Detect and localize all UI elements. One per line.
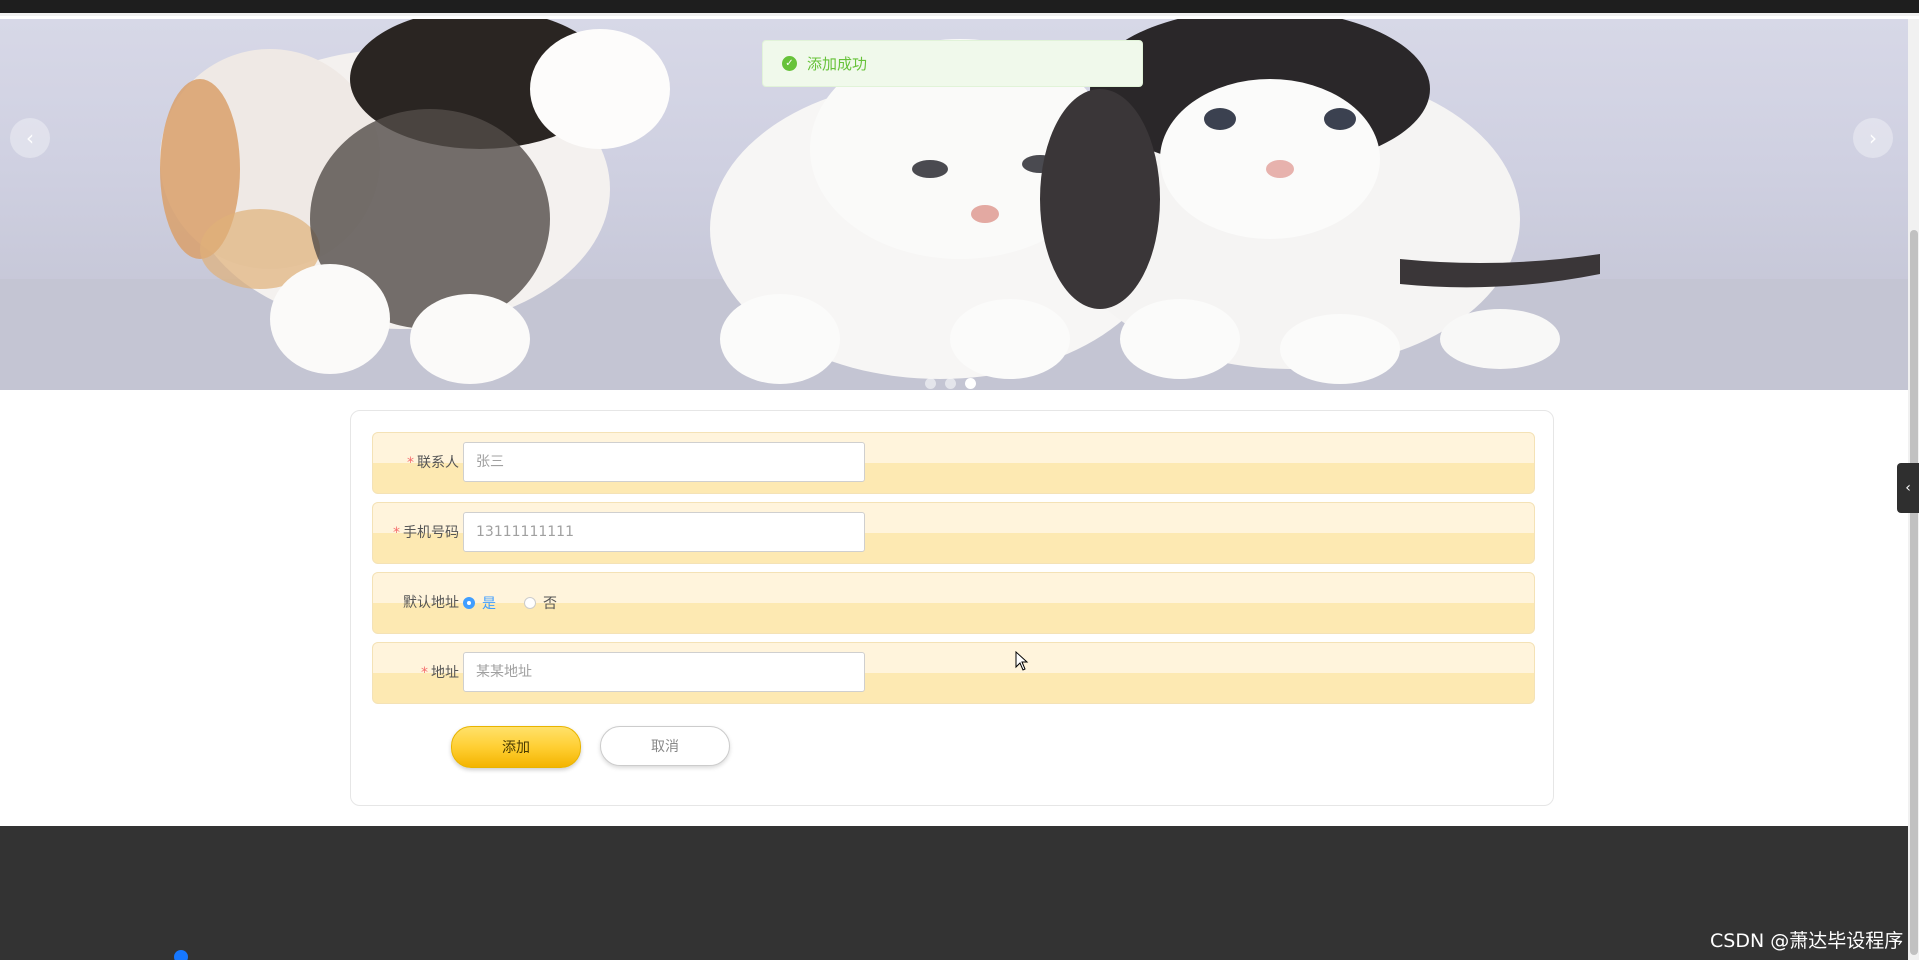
carousel-indicators	[925, 378, 976, 389]
contact-label-text: 联系人	[417, 455, 459, 471]
form-row-phone: * 手机号码	[372, 502, 1535, 564]
radio-unchecked-icon	[524, 597, 536, 609]
radio-yes[interactable]: 是	[463, 593, 496, 613]
default-address-label: 默认地址	[403, 595, 459, 611]
phone-input[interactable]	[463, 512, 865, 552]
form-row-address: * 地址	[372, 642, 1535, 704]
radio-checked-icon	[463, 597, 475, 609]
toast-message: 添加成功	[807, 55, 868, 73]
carousel-indicator-2[interactable]	[945, 378, 956, 389]
address-input[interactable]	[463, 652, 865, 692]
carousel-prev-button[interactable]: ‹	[10, 118, 50, 158]
phone-label: * 手机号码	[373, 503, 459, 563]
chevron-right-icon: ›	[1869, 126, 1877, 150]
address-form: *联系人 *手机号码 默认地址 是 否 *地址 添加	[350, 410, 1554, 806]
form-row-default-address: 默认地址 是 否	[372, 572, 1535, 634]
default-address-radio-group: 是 否	[463, 573, 585, 633]
carousel-indicator-3[interactable]	[965, 378, 976, 389]
scrollbar-thumb[interactable]	[1910, 230, 1918, 955]
add-button[interactable]: 添加	[451, 726, 581, 768]
address-label: * 地址	[373, 643, 459, 703]
check-circle-icon: ✓	[782, 56, 797, 71]
mouse-cursor-icon	[1015, 651, 1029, 671]
radio-no-label: 否	[543, 596, 557, 612]
radio-yes-label: 是	[482, 596, 496, 612]
page: ‹ › ✓ 添加成功 *联系人 *手机号码 默认地址	[0, 0, 1919, 960]
csdn-watermark: CSDN @萧达毕设程序	[1710, 930, 1904, 952]
cancel-button[interactable]: 取消	[600, 726, 730, 766]
page-footer	[0, 826, 1908, 960]
address-label-text: 地址	[431, 665, 459, 681]
radio-no[interactable]: 否	[524, 593, 557, 613]
side-drawer-toggle[interactable]: ‹	[1897, 463, 1919, 513]
phone-label-text: 手机号码	[403, 525, 459, 541]
chevron-left-icon: ‹	[1905, 480, 1911, 496]
contact-input[interactable]	[463, 442, 865, 482]
carousel-indicator-1[interactable]	[925, 378, 936, 389]
required-mark: *	[421, 665, 428, 681]
form-row-contact: * 联系人	[372, 432, 1535, 494]
contact-label: * 联系人	[373, 433, 459, 493]
required-mark: *	[393, 525, 400, 541]
required-mark: *	[407, 455, 414, 471]
carousel-next-button[interactable]: ›	[1853, 118, 1893, 158]
browser-top-bar	[0, 0, 1919, 16]
success-toast: ✓ 添加成功	[762, 40, 1143, 87]
floating-indicator-icon	[174, 950, 188, 960]
chevron-left-icon: ‹	[26, 126, 34, 150]
